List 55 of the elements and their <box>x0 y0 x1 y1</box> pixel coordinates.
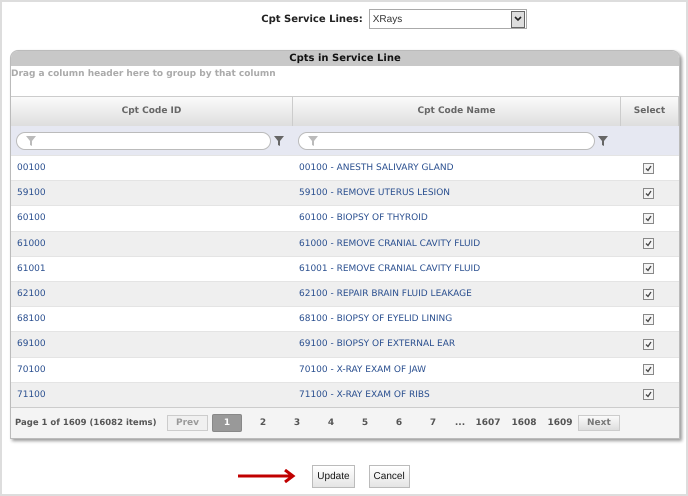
checkbox[interactable] <box>643 263 654 274</box>
checkbox[interactable] <box>643 162 654 174</box>
page-button[interactable]: 2 <box>246 414 280 431</box>
table-cell-text: 60100 - BIOPSY OF THYROID <box>298 213 429 224</box>
checkbox[interactable] <box>643 188 654 199</box>
table-cell-text: 61000 - REMOVE CRANIAL CAVITY FLUID <box>298 238 482 249</box>
checkbox[interactable] <box>643 212 654 224</box>
page-info: Page 1 of 1609 (16082 items) <box>15 418 158 428</box>
page-button[interactable]: 3 <box>280 414 314 431</box>
service-line-dropdown[interactable]: XRays <box>368 9 527 29</box>
table-cell-text: 62100 <box>16 289 47 300</box>
chevron-icon <box>510 10 525 28</box>
filter-icon <box>25 134 37 146</box>
table-cell-text: 68100 <box>16 314 47 324</box>
table-cell-text: 00100 <box>16 163 47 174</box>
filter-icon <box>597 134 609 146</box>
table-cell-text: 70100 - X-RAY EXAM OF JAW <box>298 364 428 375</box>
table-cell-text: 68100 - BIOPSY OF EYELID LINING <box>298 314 454 324</box>
page-button[interactable]: 6 <box>382 414 416 431</box>
table-cell-text: 69100 <box>16 339 47 350</box>
table-cell-text: 71100 - X-RAY EXAM OF RIBS <box>298 390 431 400</box>
checkbox[interactable] <box>643 288 654 300</box>
page-button[interactable]: 4 <box>314 414 348 431</box>
table-cell-text: 71100 <box>16 390 47 400</box>
table-cell-text: 60100 <box>16 213 47 224</box>
filter-field[interactable] <box>16 132 271 150</box>
table-cell-text: 61001 - REMOVE CRANIAL CAVITY FLUID <box>298 264 482 274</box>
grid-title: Cpts in Service Line <box>11 51 679 66</box>
checkbox[interactable] <box>643 338 654 350</box>
table-cell-text: 70100 <box>16 364 47 375</box>
table-cell-text: 61000 <box>16 238 47 249</box>
checkbox[interactable] <box>643 238 654 250</box>
filter-icon <box>307 134 319 146</box>
page-button[interactable]: 1608 <box>506 414 542 431</box>
filter-field[interactable] <box>298 132 595 150</box>
checkbox[interactable] <box>643 364 654 376</box>
table-cell-text: 59100 - REMOVE UTERUS LESION <box>298 188 452 198</box>
table-cell-text: 00100 - ANESTH SALIVARY GLAND <box>298 163 455 174</box>
field-label: Cpt Service Lines: <box>261 14 363 24</box>
checkbox[interactable] <box>643 314 654 325</box>
page-button[interactable]: 1609 <box>542 414 578 431</box>
filter-icon <box>273 134 285 146</box>
table-cell-text: 59100 <box>16 188 47 198</box>
group-hint: Drag a column header here to group by that column <box>11 69 276 79</box>
ellipsis: ... <box>454 418 466 428</box>
table-cell-text: 69100 - BIOPSY OF EXTERNAL EAR <box>298 339 456 350</box>
page-button[interactable]: 5 <box>348 414 382 431</box>
checkbox[interactable] <box>643 389 654 400</box>
action-button[interactable]: Update <box>312 464 355 488</box>
next-button[interactable]: Next <box>578 414 620 431</box>
table-cell-text: 61001 <box>16 264 47 274</box>
page-button[interactable]: 1607 <box>470 414 506 431</box>
table-cell-text: 62100 - REPAIR BRAIN FLUID LEAKAGE <box>298 289 473 300</box>
page-button[interactable]: 7 <box>416 414 450 431</box>
action-button[interactable]: Cancel <box>368 464 410 488</box>
